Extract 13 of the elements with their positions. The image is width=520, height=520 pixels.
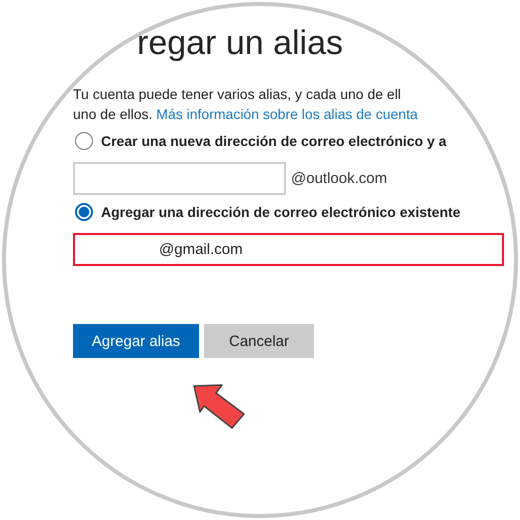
domain-suffix: @outlook.com	[291, 170, 388, 187]
input-field[interactable]	[73, 162, 286, 195]
page-title: regar un alias	[137, 23, 344, 64]
help-link[interactable]: Más información sobre los alias de cuenta	[156, 106, 418, 122]
radio-button[interactable]	[75, 132, 93, 150]
radio-button[interactable]	[75, 203, 93, 221]
option-label[interactable]: Crear una nueva dirección de correo electrónico y a	[101, 133, 446, 149]
add-alias-button[interactable]: Agregar alias	[73, 324, 199, 358]
pointer-arrow-icon	[192, 384, 246, 430]
cancel-button[interactable]: Cancelar	[204, 324, 314, 358]
option-label[interactable]: Agregar una dirección de correo electrónico existente	[101, 204, 460, 220]
input-field[interactable]: @gmail.com	[73, 233, 504, 266]
intro-text: Tu cuenta puede tener varios alias, y cada uno de ell uno de ellos. Más información sobre los alias de cuenta	[73, 85, 419, 124]
